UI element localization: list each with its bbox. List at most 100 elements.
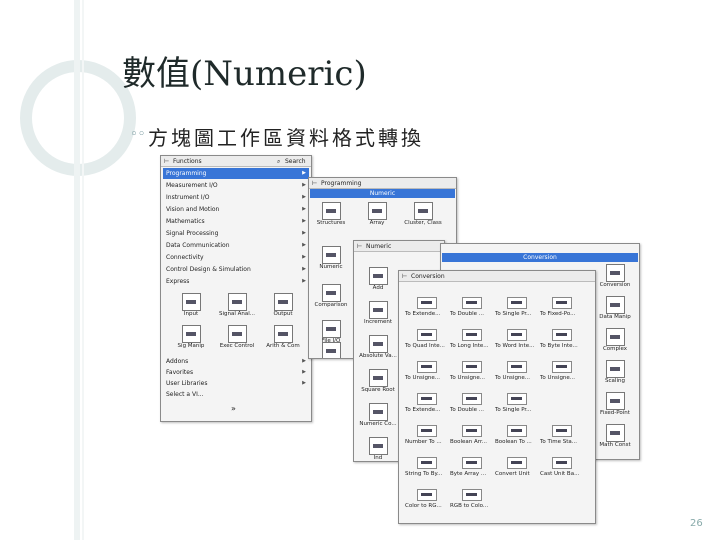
conversion-function-label: To Double ... xyxy=(450,407,485,413)
functions-category-item[interactable]: Mathematics ▶ xyxy=(163,216,309,227)
programming-tile[interactable]: Synchroniza... xyxy=(309,340,353,358)
express-tile-icon xyxy=(182,293,201,311)
conversion-category-tile[interactable]: Math Const xyxy=(593,422,637,454)
category-label: Mathematics xyxy=(166,218,205,225)
search-label[interactable]: Search xyxy=(285,158,306,165)
conversion-function-icon[interactable] xyxy=(552,329,572,341)
conversion-function-icon[interactable] xyxy=(417,457,437,469)
functions-category-item[interactable]: Signal Processing ▶ xyxy=(163,228,309,239)
programming-tile[interactable]: Array xyxy=(355,200,399,232)
submenu-arrow-icon: ▶ xyxy=(302,358,306,364)
conversion-category-tile[interactable]: Complex xyxy=(593,326,637,358)
numeric-tile[interactable]: Absolute Va... xyxy=(356,333,400,365)
functions-bottom-item[interactable]: Favorites ▶ xyxy=(163,367,309,378)
conversion-function-icon[interactable] xyxy=(462,329,482,341)
programming-selected-bar: Numeric xyxy=(310,189,455,198)
conversion-function-label: RGB to Colo... xyxy=(450,503,489,509)
programming-tile-icon xyxy=(322,202,341,220)
programming-tile[interactable]: Structures xyxy=(309,200,353,232)
conversion-function-icon[interactable] xyxy=(462,393,482,405)
functions-bottom-item[interactable]: Select a VI... xyxy=(163,389,309,400)
express-tile[interactable]: Signal Anal... xyxy=(215,291,259,323)
submenu-arrow-icon: ▶ xyxy=(302,218,306,224)
functions-category-item[interactable]: Measurement I/O ▶ xyxy=(163,180,309,191)
conversion-function-icon[interactable] xyxy=(552,425,572,437)
bottom-item-label: Addons xyxy=(166,358,189,365)
conversion-function-icon[interactable] xyxy=(507,361,527,373)
conversion-category-tile[interactable]: Fixed-Point xyxy=(593,390,637,422)
express-tile[interactable]: Exec Control xyxy=(215,323,259,355)
conversion-function-icon[interactable] xyxy=(417,329,437,341)
pin-icon[interactable]: ⊢ xyxy=(402,273,407,280)
decorative-bar xyxy=(74,0,80,540)
conversion-category-tile[interactable]: Scaling xyxy=(593,358,637,390)
numeric-tile[interactable]: Ind xyxy=(356,435,400,461)
functions-category-item[interactable]: Data Communication ▶ xyxy=(163,240,309,251)
conversion-function-icon[interactable] xyxy=(552,297,572,309)
functions-category-item[interactable]: Connectivity ▶ xyxy=(163,252,309,263)
express-tile[interactable]: Arith & Com xyxy=(261,323,305,355)
expand-palette-icon[interactable]: » xyxy=(231,404,236,413)
conversion-category-tile[interactable]: Data Manip xyxy=(593,294,637,326)
conversion-function-label: To Long Inte... xyxy=(450,343,489,349)
conversion-function-label: To Extende... xyxy=(405,311,441,317)
express-tile[interactable]: Input xyxy=(169,291,213,323)
functions-category-item[interactable]: Programming ▶ xyxy=(163,168,309,179)
pin-icon[interactable]: ⊢ xyxy=(312,180,317,187)
numeric-tile[interactable]: Numeric Co... xyxy=(356,401,400,433)
conversion-function-icon[interactable] xyxy=(507,425,527,437)
conversion-function-icon[interactable] xyxy=(507,297,527,309)
functions-bottom-item[interactable]: Addons ▶ xyxy=(163,356,309,367)
express-tile[interactable]: Output xyxy=(261,291,305,323)
numeric-tile-icon xyxy=(369,369,388,387)
conversion-function-label: To Double ... xyxy=(450,311,485,317)
bottom-item-label: Select a VI... xyxy=(166,391,204,398)
conversion-function-icon[interactable] xyxy=(417,489,437,501)
express-tile-label: Sig Manip xyxy=(177,343,205,349)
conversion-function-icon[interactable] xyxy=(507,457,527,469)
programming-tile[interactable]: Cluster, Class xyxy=(401,200,445,232)
conversion-function-label: To Unsigne... xyxy=(450,375,486,381)
conversion-function-icon[interactable] xyxy=(417,393,437,405)
conversion-function-icon[interactable] xyxy=(417,425,437,437)
functions-palette: ⊢ Functions ⌕ Search Programming ▶ Measure… xyxy=(160,155,312,422)
programming-tile-icon xyxy=(414,202,433,220)
programming-tile-icon xyxy=(322,342,341,358)
conversion-function-icon[interactable] xyxy=(462,361,482,373)
conversion-function-icon[interactable] xyxy=(417,361,437,373)
express-tile-icon xyxy=(274,325,293,343)
submenu-arrow-icon: ▶ xyxy=(302,194,306,200)
conversion-function-icon[interactable] xyxy=(462,457,482,469)
numeric-tile[interactable]: Add xyxy=(356,265,400,297)
functions-category-item[interactable]: Express ▶ xyxy=(163,276,309,287)
pin-icon[interactable]: ⊢ xyxy=(164,158,169,165)
functions-category-item[interactable]: Instrument I/O ▶ xyxy=(163,192,309,203)
express-tile[interactable]: Sig Manip xyxy=(169,323,213,355)
conversion-function-icon[interactable] xyxy=(462,297,482,309)
conversion-function-icon[interactable] xyxy=(507,329,527,341)
functions-category-item[interactable]: Vision and Motion ▶ xyxy=(163,204,309,215)
conversion-function-icon[interactable] xyxy=(462,425,482,437)
category-label: Control Design & Simulation xyxy=(166,266,251,273)
programming-tile-icon xyxy=(322,320,341,338)
programming-tile[interactable]: Numeric xyxy=(309,244,353,276)
conversion-function-icon[interactable] xyxy=(552,457,572,469)
functions-category-item[interactable]: Control Design & Simulation ▶ xyxy=(163,264,309,275)
conversion-function-icon[interactable] xyxy=(552,361,572,373)
conversion-category-tile[interactable]: Conversion xyxy=(593,262,637,294)
programming-tile-icon xyxy=(322,246,341,264)
numeric-tile[interactable]: Square Root xyxy=(356,367,400,399)
search-icon[interactable]: ⌕ xyxy=(277,158,280,166)
functions-bottom-item[interactable]: User Libraries ▶ xyxy=(163,378,309,389)
conversion-function-icon[interactable] xyxy=(417,297,437,309)
pin-icon[interactable]: ⊢ xyxy=(357,243,362,250)
programming-tile[interactable]: Comparison xyxy=(309,282,353,314)
conversion-category-tile-label: Fixed-Point xyxy=(600,410,630,416)
conversion-function-label: To Unsigne... xyxy=(495,375,531,381)
numeric-tile[interactable]: Increment xyxy=(356,299,400,331)
conversion-function-icon[interactable] xyxy=(462,489,482,501)
conversion-function-icon[interactable] xyxy=(507,393,527,405)
conversion-function-label: Boolean Arr... xyxy=(450,439,487,445)
functions-title: Functions xyxy=(173,158,202,165)
conversion-category-tile-icon xyxy=(606,392,625,410)
